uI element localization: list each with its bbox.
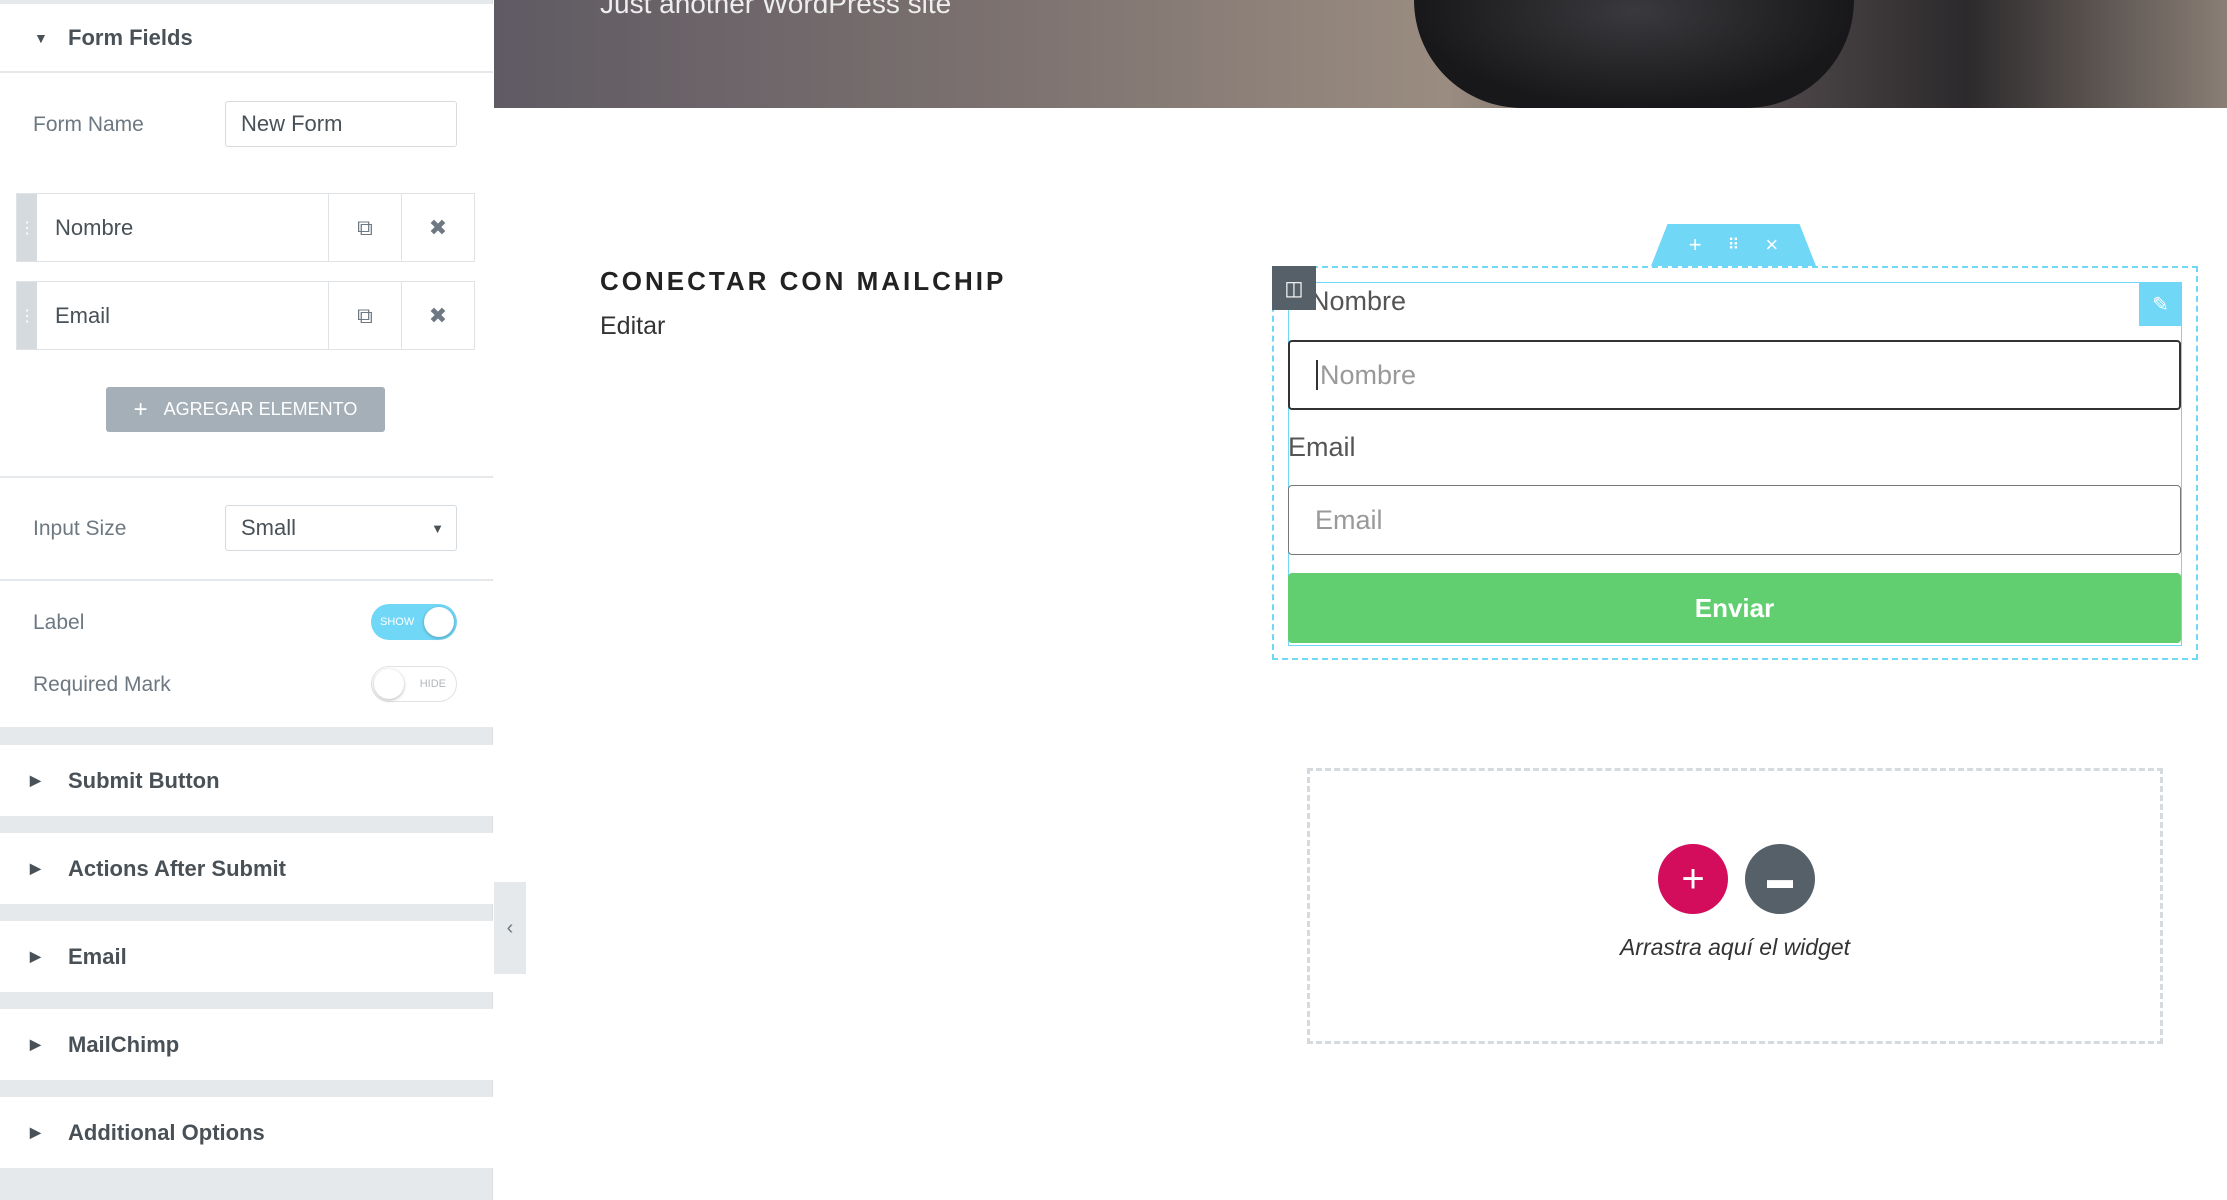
add-section-icon[interactable]: + [1689,232,1702,258]
toggles: Label SHOW Required Mark HIDE [0,580,493,727]
section-title: MailChimp [68,1031,180,1057]
nombre-field-label: Nombre [1310,286,1407,316]
submit-button[interactable]: Enviar [1288,573,2181,643]
section-title: Submit Button [68,767,220,793]
form-name-input[interactable]: New Form [225,101,457,147]
chevron-down-icon: ▼ [431,520,444,536]
section-form-fields-header[interactable]: ▼ Form Fields [0,4,493,72]
plus-icon: + [1681,856,1705,901]
section-actions-after-submit[interactable]: ▶ Actions After Submit [0,833,493,904]
caret-right-icon: ▶ [30,948,41,964]
site-tagline: Just another WordPress site [600,0,952,19]
input-size-label: Input Size [33,517,127,540]
decorative-shape [1414,0,1854,108]
chevron-left-icon: ‹ [506,916,514,939]
field-item-email[interactable]: ⋮ Email ⧉ ✖ [16,281,475,350]
form-name-label: Form Name [33,113,144,136]
add-template-button[interactable]: ▬ [1745,844,1815,914]
placeholder: Nombre [1320,359,1417,390]
duplicate-icon[interactable]: ⧉ [328,194,401,261]
editar-text[interactable]: Editar [600,312,665,341]
section-mailchimp[interactable]: ▶ MailChimp [0,1009,493,1080]
select-value: Small [241,515,297,540]
remove-icon[interactable]: ✖ [401,194,474,261]
remove-icon[interactable]: ✖ [401,282,474,349]
dropzone-text: Arrastra aquí el widget [1619,934,1851,960]
field-item-nombre[interactable]: ⋮ Nombre ⧉ ✖ [16,193,475,262]
add-item-label: AGREGAR ELEMENTO [163,399,358,419]
email-field-label: Email [1288,432,1356,462]
caret-right-icon: ▶ [30,1036,41,1052]
nombre-input[interactable]: Nombre [1288,340,2181,410]
add-item-button[interactable]: + AGREGAR ELEMENTO [106,387,385,432]
toggle-state: SHOW [380,616,415,628]
drag-grid-icon[interactable]: ⠿ [1728,235,1740,255]
section-submit-button[interactable]: ▶ Submit Button [0,745,493,816]
required-mark-label: Required Mark [33,673,171,696]
caret-right-icon: ▶ [30,860,41,876]
duplicate-icon[interactable]: ⧉ [328,282,401,349]
plus-icon: + [133,395,148,423]
section-email[interactable]: ▶ Email [0,921,493,992]
section-title: Form Fields [68,24,193,50]
section-title: Actions After Submit [68,855,286,881]
section-title: Email [68,943,127,969]
input-size-row: Input Size Small ▼ [0,477,493,579]
section-title: Additional Options [68,1119,265,1145]
add-new-section-button[interactable]: + [1658,844,1728,914]
collapse-panel-button[interactable]: ‹ [494,882,526,974]
edit-widget-icon[interactable]: ✎ [2139,283,2182,326]
delete-section-icon[interactable]: × [1765,232,1778,258]
site-header-image: Just another WordPress site [494,0,2227,108]
drag-handle-icon[interactable]: ⋮ [17,194,37,261]
label-toggle[interactable]: SHOW [371,604,457,640]
column-handle-icon[interactable]: ◫ [1272,266,1316,310]
form-fields-body: Form Name New Form ⋮ Nombre ⧉ ✖ ⋮ Email … [0,73,493,476]
folder-icon: ▬ [1767,863,1793,894]
caret-right-icon: ▶ [30,1124,41,1140]
required-mark-toggle[interactable]: HIDE [371,666,457,702]
field-label[interactable]: Nombre [37,194,328,261]
caret-right-icon: ▶ [30,772,41,788]
toggle-state: HIDE [419,678,446,690]
section-handle[interactable]: + ⠿ × [1651,224,1816,266]
widget-dropzone[interactable]: + ▬ Arrastra aquí el widget [1307,768,2163,1044]
toggle-knob [424,607,454,637]
label-toggle-label: Label [33,611,85,634]
placeholder: Email [1315,504,1383,535]
section-heading[interactable]: CONECTAR CON MAILCHIP [600,266,1006,297]
text-cursor [1316,360,1318,390]
email-input[interactable]: Email [1288,485,2181,555]
caret-down-icon: ▼ [34,29,48,46]
field-label[interactable]: Email [37,282,328,349]
toggle-knob [374,669,404,699]
drag-handle-icon[interactable]: ⋮ [17,282,37,349]
input-size-select[interactable]: Small ▼ [225,505,457,551]
section-additional-options[interactable]: ▶ Additional Options [0,1097,493,1168]
form-widget-section[interactable]: Nombre Nombre Email Email Enviar ◫ ✎ [1272,266,2198,660]
editor-panel: ▼ Form Fields Form Name New Form ⋮ Nombr… [0,0,493,1200]
